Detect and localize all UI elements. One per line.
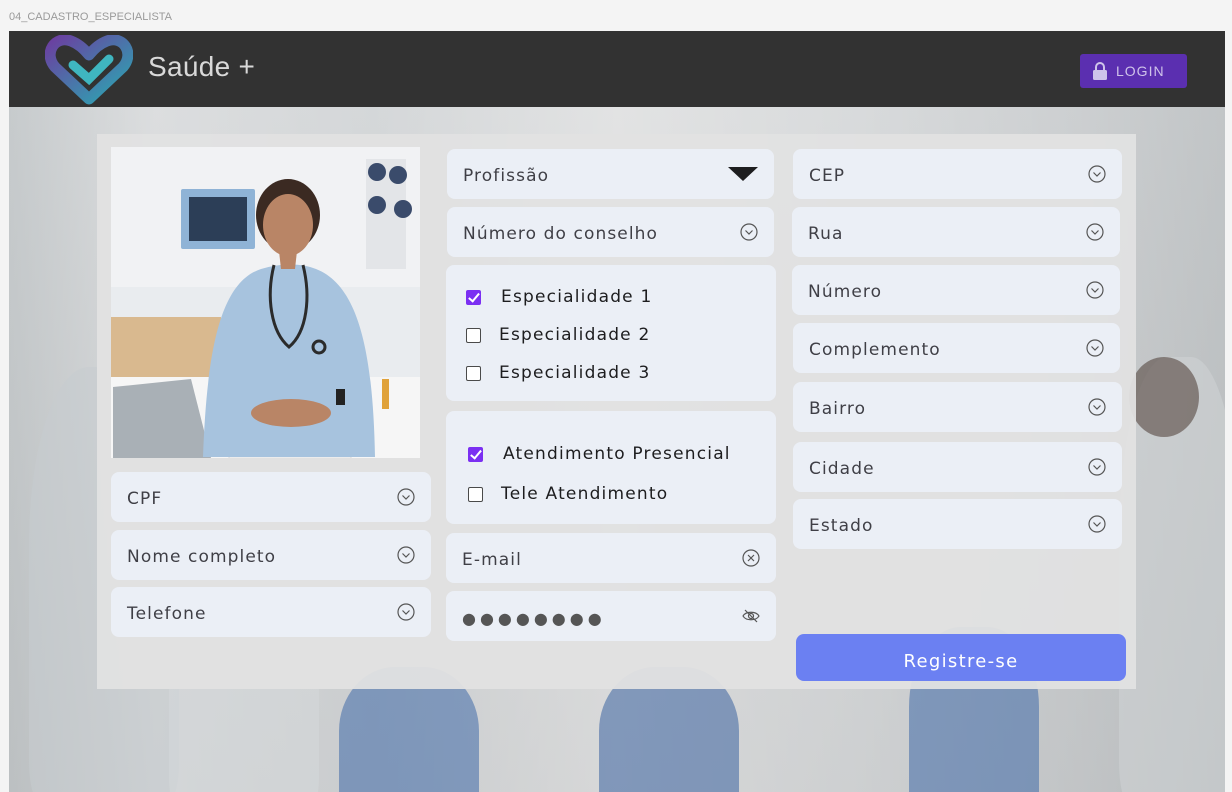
heart-logo-icon	[45, 35, 133, 105]
attendance-group: Atendimento Presencial Tele Atendimento	[446, 411, 776, 524]
cpf-label: CPF	[127, 489, 163, 509]
register-button[interactable]: Registre-se	[796, 634, 1126, 681]
council-number-field[interactable]: Número do conselho	[447, 207, 774, 257]
eye-off-icon[interactable]	[742, 607, 760, 625]
clear-circle-icon[interactable]	[742, 549, 760, 567]
chevron-circle-icon	[397, 603, 415, 621]
profession-label: Profissão	[463, 166, 550, 186]
in-person-option[interactable]: Atendimento Presencial	[468, 444, 731, 464]
chevron-circle-icon	[740, 223, 758, 241]
street-field[interactable]: Rua	[792, 207, 1120, 257]
chevron-circle-icon	[1088, 165, 1106, 183]
specialties-group: Especialidade 1 Especialidade 2 Especial…	[446, 265, 776, 401]
street-label: Rua	[808, 224, 844, 244]
cpf-field[interactable]: CPF	[111, 472, 431, 522]
doctor-illustration	[111, 147, 420, 458]
specialty-3-label: Especialidade 3	[499, 363, 651, 383]
specialty-1-option[interactable]: Especialidade 1	[466, 287, 652, 307]
full-name-field[interactable]: Nome completo	[111, 530, 431, 580]
checkbox-checked[interactable]	[466, 289, 481, 305]
checkbox-checked[interactable]	[468, 446, 483, 462]
tele-label: Tele Atendimento	[501, 484, 669, 504]
frame-label: 04_CADASTRO_ESPECIALISTA	[9, 11, 173, 23]
registration-panel: CPF Nome completo Telefone Profissão Núm…	[97, 134, 1136, 689]
neighborhood-field[interactable]: Bairro	[793, 382, 1122, 432]
number-label: Número	[808, 282, 883, 302]
lock-icon	[1093, 62, 1107, 80]
chevron-circle-icon	[1086, 339, 1104, 357]
login-button[interactable]: LOGIN	[1080, 54, 1187, 88]
doctor-photo	[111, 147, 420, 458]
in-person-label: Atendimento Presencial	[503, 444, 731, 464]
chevron-circle-icon	[1088, 398, 1106, 416]
checkbox-unchecked[interactable]	[466, 365, 481, 381]
chevron-circle-icon	[397, 546, 415, 564]
email-field[interactable]: E-mail	[446, 533, 776, 583]
state-field[interactable]: Estado	[793, 499, 1122, 549]
council-number-label: Número do conselho	[463, 224, 659, 244]
specialty-3-option[interactable]: Especialidade 3	[466, 363, 650, 383]
specialty-2-option[interactable]: Especialidade 2	[466, 325, 650, 345]
phone-label: Telefone	[127, 604, 207, 624]
chevron-circle-icon	[397, 488, 415, 506]
brand-name: Saúde +	[148, 51, 256, 82]
complement-field[interactable]: Complemento	[793, 323, 1120, 373]
app-canvas: Saúde + LOGIN CPF Nome completo Telefone…	[9, 31, 1225, 792]
cep-field[interactable]: CEP	[793, 149, 1122, 199]
cep-label: CEP	[809, 166, 846, 186]
password-value: ●●●●●●●●	[462, 608, 606, 628]
neighborhood-label: Bairro	[809, 399, 867, 419]
state-label: Estado	[809, 516, 874, 536]
checkbox-unchecked[interactable]	[468, 486, 483, 502]
login-label: LOGIN	[1116, 63, 1165, 79]
specialty-2-label: Especialidade 2	[499, 325, 651, 345]
dropdown-triangle-icon	[728, 167, 758, 181]
complement-label: Complemento	[809, 340, 941, 360]
chevron-circle-icon	[1088, 515, 1106, 533]
profession-select[interactable]: Profissão	[447, 149, 774, 199]
full-name-label: Nome completo	[127, 547, 277, 567]
chevron-circle-icon	[1086, 223, 1104, 241]
number-field[interactable]: Número	[792, 265, 1120, 315]
city-field[interactable]: Cidade	[793, 442, 1122, 492]
password-field[interactable]: ●●●●●●●●	[446, 591, 776, 641]
specialty-1-label: Especialidade 1	[501, 287, 653, 307]
chevron-circle-icon	[1088, 458, 1106, 476]
city-label: Cidade	[809, 459, 875, 479]
checkbox-unchecked[interactable]	[466, 327, 481, 343]
tele-option[interactable]: Tele Atendimento	[468, 484, 668, 504]
top-navigation-bar: Saúde + LOGIN	[9, 31, 1225, 107]
email-label: E-mail	[462, 550, 522, 570]
phone-field[interactable]: Telefone	[111, 587, 431, 637]
chevron-circle-icon	[1086, 281, 1104, 299]
